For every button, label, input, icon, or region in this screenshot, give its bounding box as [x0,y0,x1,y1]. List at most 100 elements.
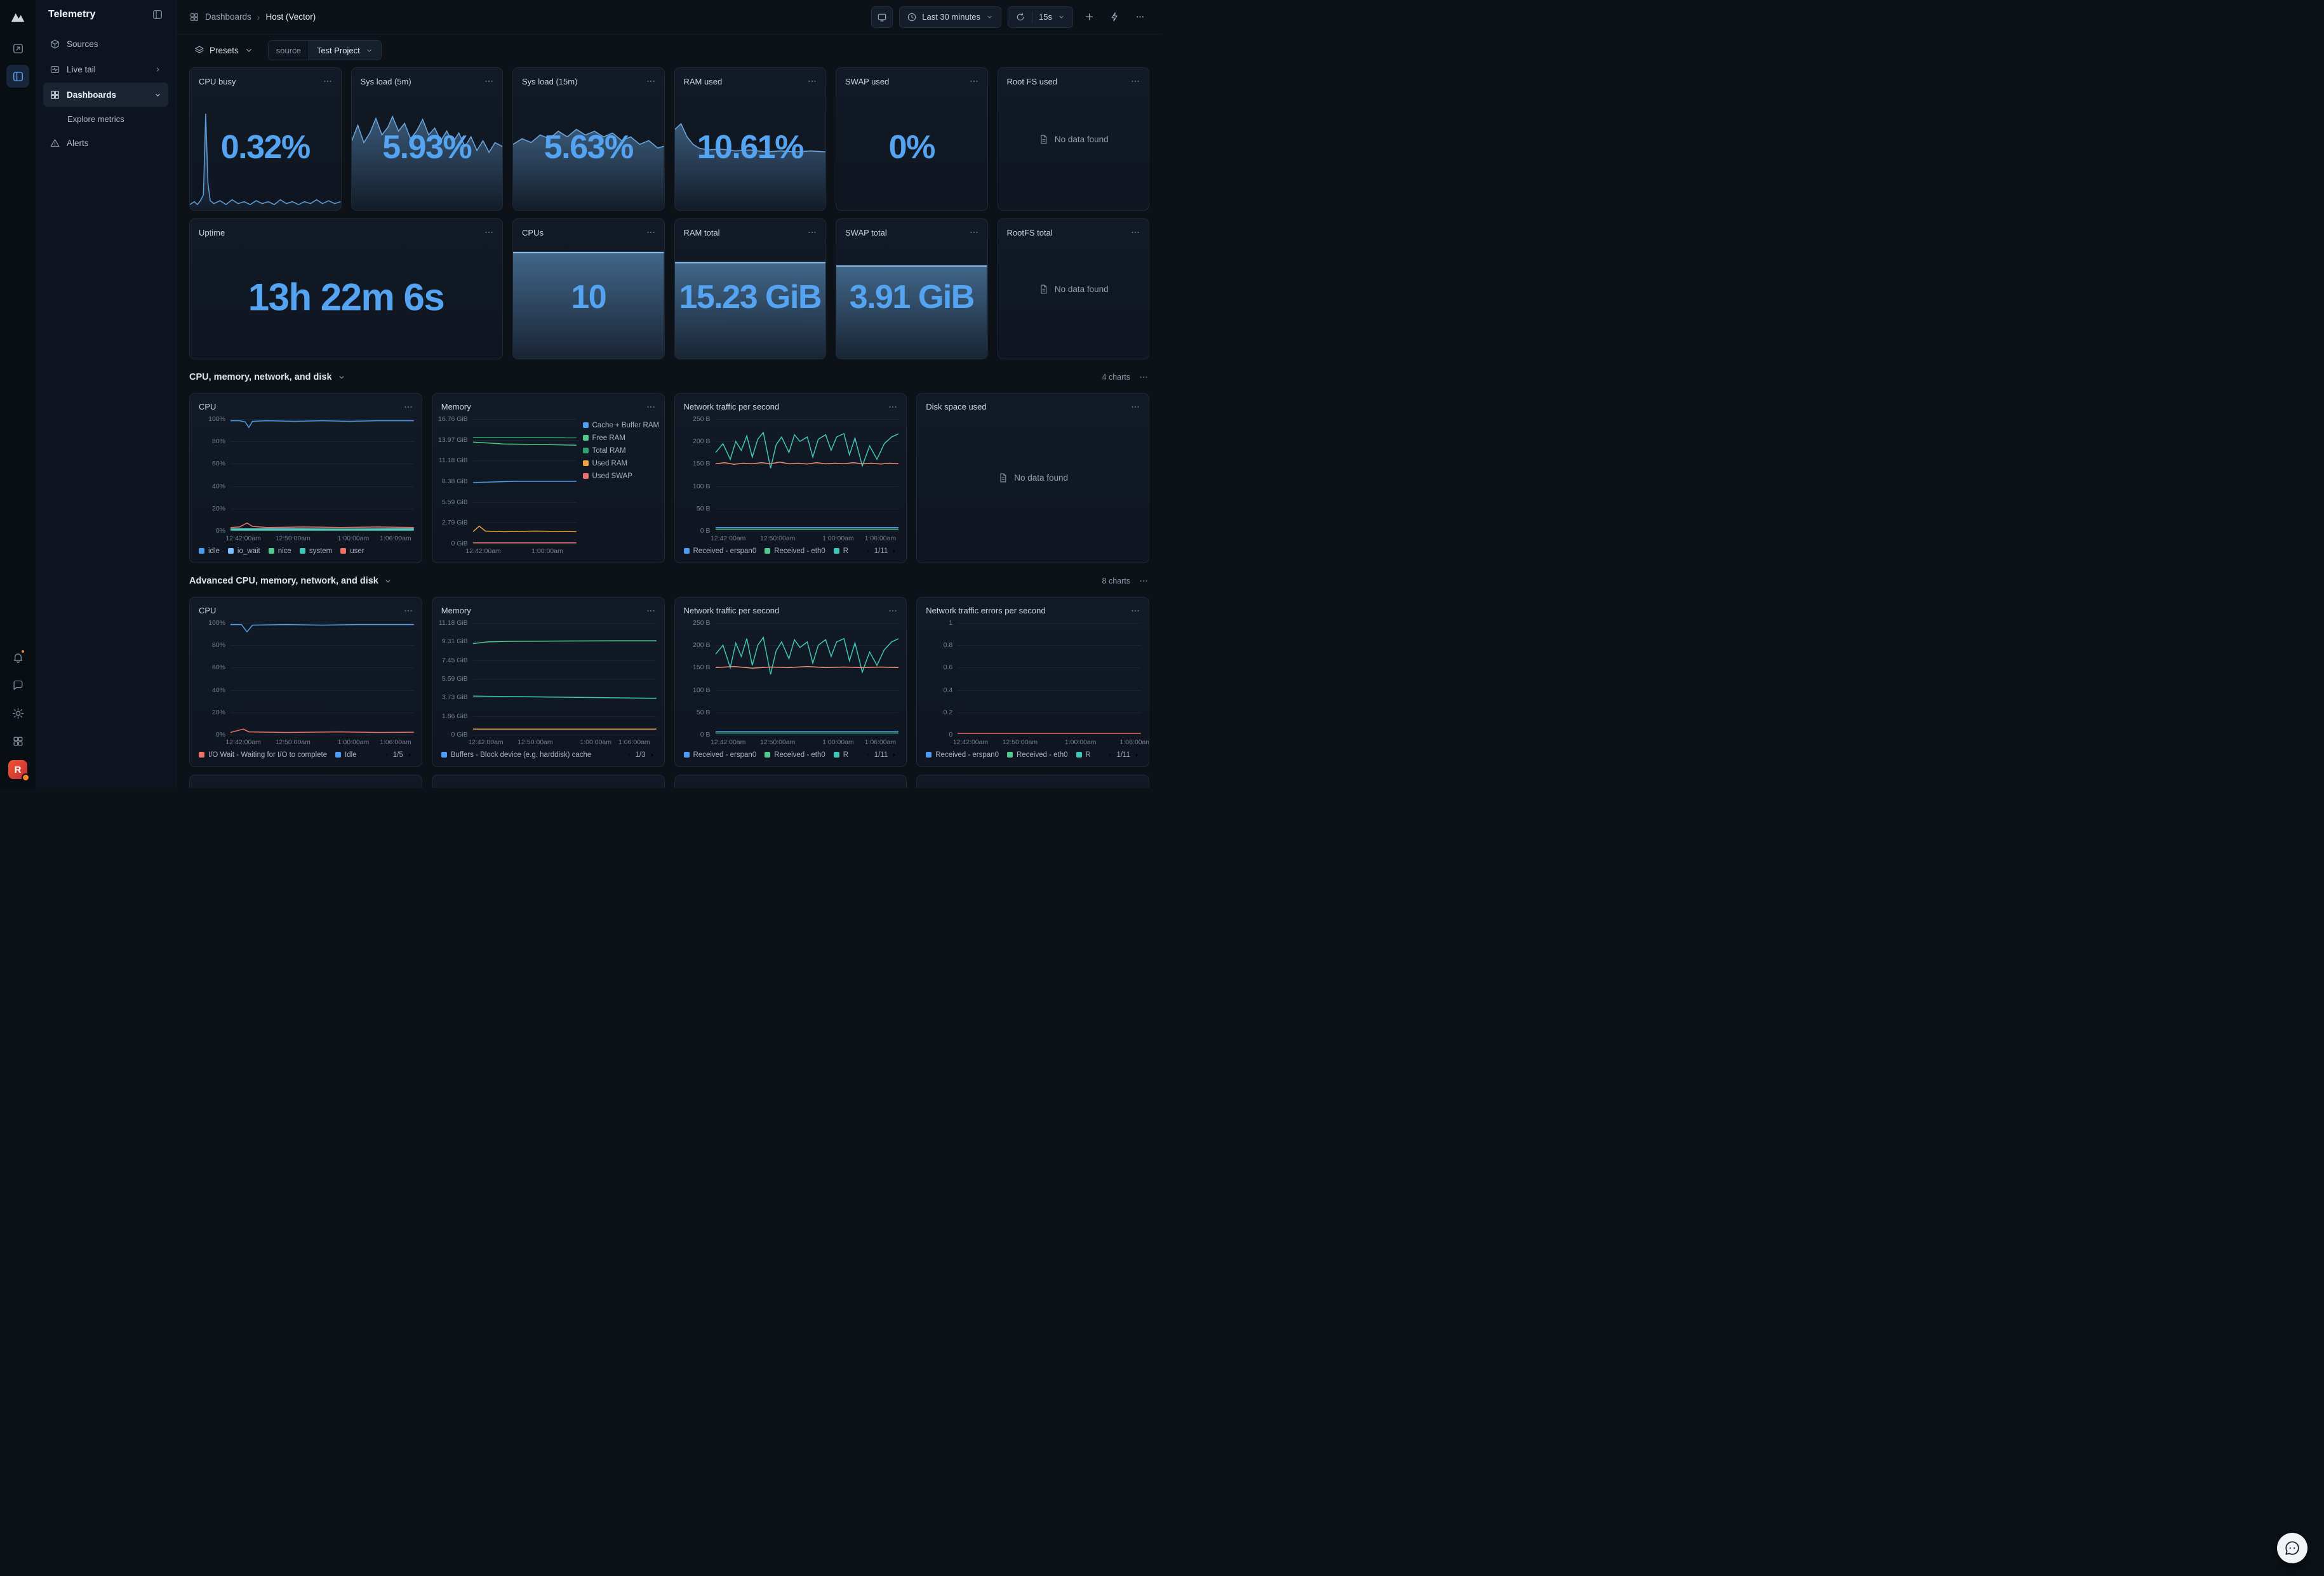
panel-menu-button[interactable] [322,76,333,87]
legend-item[interactable]: Received - eth0 [1007,751,1068,759]
app-logo-icon[interactable] [10,9,26,25]
x-tick-label: 12:42:00am [225,535,260,542]
legend-item[interactable]: Total RAM [583,447,657,455]
add-panel-button[interactable] [1079,8,1099,27]
refresh-icon[interactable] [1015,12,1025,22]
legend-label: Free RAM [592,434,625,442]
y-axis: 16.76 GiB13.97 GiB11.18 GiB8.38 GiB5.59 … [436,419,473,544]
support-chat-button[interactable] [2277,1533,2307,1563]
legend-item[interactable]: Received - erspan0 [926,751,999,759]
legend-item[interactable]: Idle [335,751,357,759]
sidebar-item-sources[interactable]: Sources [43,32,168,56]
panel-menu-button[interactable] [645,605,657,617]
more-options-button[interactable] [1130,8,1149,27]
panel-menu-button[interactable] [1130,76,1141,87]
legend-item[interactable]: io_wait [228,547,260,555]
panel-menu-button[interactable] [483,76,495,87]
legend-next-button[interactable] [890,751,898,759]
y-tick-label: 0 B [700,527,711,535]
refresh-interval-label[interactable]: 15s [1039,12,1052,22]
y-tick-label: 60% [212,460,225,467]
legend-item[interactable]: Received - eth0 [765,751,825,759]
panel-menu-button[interactable] [403,605,414,617]
legend-prev-button[interactable] [864,751,872,759]
panel-menu-button[interactable] [887,605,898,617]
legend-label: Received - erspan0 [693,547,757,555]
legend-item[interactable]: nice [269,547,291,555]
presets-dropdown[interactable]: Presets [189,41,259,59]
y-tick-label: 50 B [697,505,711,512]
legend-prev-button[interactable] [382,751,391,759]
legend-item[interactable]: I/O Wait - Waiting for I/O to complete [199,751,327,759]
rail-item-boxed-arrow[interactable] [6,37,29,60]
panel-menu-button[interactable] [645,401,657,413]
section-menu-button[interactable] [1138,371,1149,383]
panel-menu-button[interactable] [645,227,657,238]
legend-label: user [350,547,364,555]
sidebar-item-alerts[interactable]: Alerts [43,131,168,155]
panel-menu-button[interactable] [645,76,657,87]
y-tick-label: 200 B [693,437,710,445]
rail-chat-button[interactable] [6,674,29,697]
legend-next-button[interactable] [1132,751,1141,759]
legend-item[interactable]: R [1076,751,1091,759]
panel-menu-button[interactable] [806,227,818,238]
section-toggle[interactable]: CPU, memory, network, and disk [189,372,346,382]
time-range-button[interactable]: Last 30 minutes [899,6,1001,28]
source-value-label: Test Project [317,46,360,55]
legend-item[interactable]: R [834,751,848,759]
legend-next-button[interactable] [648,751,657,759]
chevron-down-icon [365,46,373,55]
sidebar-item-explore-metrics[interactable]: Explore metrics [43,108,168,130]
legend-item[interactable]: Used SWAP [583,472,657,480]
panel-menu-button[interactable] [887,401,898,413]
legend-item[interactable]: Free RAM [583,434,657,442]
legend-item[interactable]: Used RAM [583,460,657,467]
x-tick-label: 1:06:00am [618,738,650,746]
rail-item-panel-layout[interactable] [6,65,29,88]
section-toggle[interactable]: Advanced CPU, memory, network, and disk [189,576,392,586]
legend-prev-button[interactable] [1105,751,1114,759]
source-select[interactable]: source Test Project [268,40,382,60]
legend-item[interactable]: Received - erspan0 [684,751,757,759]
legend-item[interactable]: system [300,547,332,555]
legend-item[interactable]: Received - eth0 [765,547,825,555]
panel-menu-button[interactable] [968,227,980,238]
sidebar-collapse-icon[interactable] [152,9,163,20]
y-tick-label: 40% [212,686,225,694]
notification-dot [20,649,25,654]
panel-menu-button[interactable] [483,227,495,238]
legend-prev-button[interactable] [864,547,872,556]
quick-actions-button[interactable] [1105,8,1124,27]
legend-item[interactable]: user [340,547,364,555]
sidebar-item-live-tail[interactable]: Live tail [43,57,168,81]
sidebar-item-dashboards[interactable]: Dashboards [43,83,168,107]
legend-item[interactable]: R [834,547,848,555]
legend-swatch [1007,752,1013,758]
plot-area: 12:42:00am12:50:00am1:00:00am1:06:00am [958,623,1141,735]
panel-menu-button[interactable] [968,76,980,87]
legend-item[interactable]: idle [199,547,220,555]
legend-item[interactable]: Received - erspan0 [684,547,757,555]
rail-grid-button[interactable] [6,730,29,752]
panel-menu-button[interactable] [1130,227,1141,238]
chevron-down-icon [244,45,254,55]
legend-item[interactable]: Buffers - Block device (e.g. harddisk) c… [441,751,592,759]
legend-item[interactable]: Cache + Buffer RAM [583,422,657,429]
panel-menu-button[interactable] [403,401,414,413]
legend-next-button[interactable] [890,547,898,556]
panel-menu-button[interactable] [1130,605,1141,617]
breadcrumb-dashboards[interactable]: Dashboards [205,12,251,22]
rail-sun-button[interactable] [6,702,29,725]
stat-panel-cpu-busy: CPU busy0.32% [189,67,342,211]
panel-menu-button[interactable] [806,76,818,87]
panel-menu-button[interactable] [1130,401,1141,413]
legend-swatch [583,435,589,441]
y-tick-label: 0.8 [944,641,953,649]
kiosk-mode-button[interactable] [871,6,893,28]
legend-next-button[interactable] [405,751,414,759]
user-avatar[interactable]: R [8,760,27,779]
section-menu-button[interactable] [1138,575,1149,587]
legend-prev-button[interactable] [625,751,634,759]
rail-bell-button[interactable] [6,646,29,669]
